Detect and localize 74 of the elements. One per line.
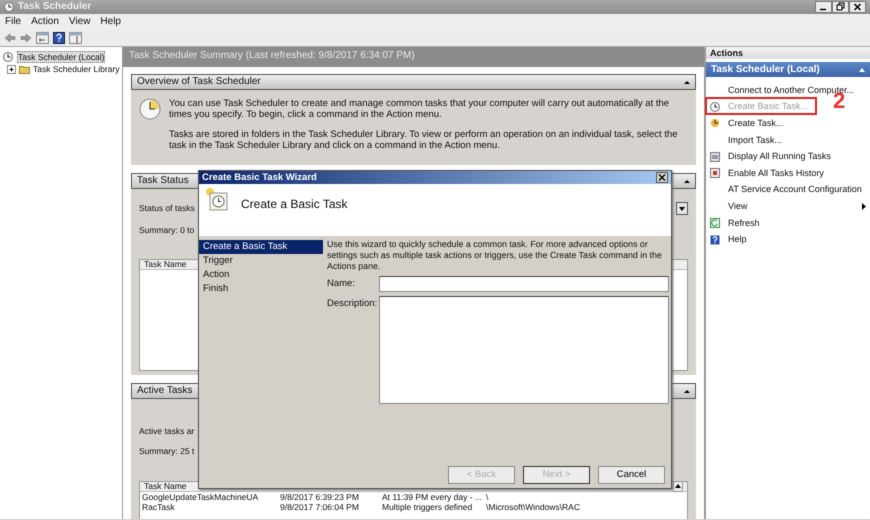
column-header[interactable]: Task Name: [144, 260, 187, 269]
task-icon: [710, 118, 720, 128]
table-cell-text: 9/8/2017 7:06:04 PM: [279, 502, 360, 512]
close-icon[interactable]: [656, 172, 668, 183]
wizard-step[interactable]: Finish: [199, 282, 323, 296]
collapse-icon[interactable]: [684, 390, 690, 392]
name-field[interactable]: [379, 276, 669, 292]
collapse-icon[interactable]: [684, 80, 690, 84]
table-cell-text: At 11:39 PM every day - ...: [381, 492, 483, 502]
summary-header: Task Scheduler Summary (Last refreshed: 9/8/2017 6:34:07 PM): [123, 47, 704, 67]
table-cell-text: GoogleUpdateTaskMachineUA: [141, 492, 260, 502]
help-icon[interactable]: [53, 32, 65, 44]
clock-icon: [139, 98, 161, 120]
paragraph: You can use Task Scheduler to create and manage common tasks that your computer will carry out automatically at the times you specify. To begin, click a command in the Action menu.: [169, 98, 670, 121]
clock-icon: [4, 2, 14, 12]
status-text: Status of tasks: [139, 202, 195, 214]
status-text: Summary: 0 to: [139, 224, 194, 236]
close-icon[interactable]: [849, 1, 866, 13]
section-title: Active Tasks: [137, 385, 192, 397]
instructions-text: Use this wizard to quickly schedule a common task. For more advanced options or settings such as multiple task actions or triggers, use the Create Task command in the Actions pane.: [326, 238, 663, 272]
actions-header: Actions: [706, 47, 870, 59]
action-item[interactable]: Refresh: [706, 214, 870, 230]
minimize-icon[interactable]: [815, 1, 832, 13]
field-label: Name:: [327, 276, 356, 291]
menu-item[interactable]: Help: [95, 16, 126, 28]
section-header[interactable]: Overview of Task Scheduler: [131, 74, 696, 90]
action-item[interactable]: View: [706, 197, 870, 214]
action-item[interactable]: Import Task...: [706, 130, 870, 148]
scroll-up-icon[interactable]: [673, 481, 683, 492]
section-title: Overview of Task Scheduler: [137, 76, 261, 88]
clock-icon: [3, 52, 14, 62]
clock-icon: [205, 187, 229, 211]
table-cell-text: \: [485, 492, 490, 502]
column-header[interactable]: Task Name: [144, 482, 187, 491]
tree-item[interactable]: Task Scheduler Library: [33, 64, 120, 74]
restore-icon[interactable]: [832, 1, 849, 13]
action-item[interactable]: Enable All Tasks History: [706, 164, 870, 181]
menu-item[interactable]: File: [0, 16, 26, 28]
description-field[interactable]: [379, 296, 669, 404]
menu-item[interactable]: Action: [26, 16, 64, 28]
history-icon: [710, 168, 720, 178]
field-label: Description:: [327, 296, 378, 311]
submenu-arrow-icon: [862, 202, 866, 210]
group-title: Task Scheduler (Local): [711, 64, 820, 76]
back-arrow-icon[interactable]: [4, 33, 16, 43]
action-item[interactable]: AT Service Account Configuration: [706, 180, 870, 198]
status-text: Active tasks ar: [139, 426, 194, 436]
wizard-step[interactable]: Trigger: [199, 254, 323, 268]
menu-item[interactable]: View: [64, 16, 96, 28]
table-cell-text: 9/8/2017 6:39:23 PM: [279, 492, 360, 502]
action-item[interactable]: Help: [706, 230, 870, 247]
dialog-heading: Create a Basic Task: [241, 197, 348, 212]
wizard-step[interactable]: Action: [199, 268, 323, 282]
collapse-icon[interactable]: [684, 180, 690, 182]
tree-item[interactable]: Task Scheduler (Local): [17, 50, 106, 64]
window-title: Task Scheduler: [18, 1, 92, 13]
refresh-icon: [710, 218, 720, 228]
actions-group-header[interactable]: Task Scheduler (Local): [706, 62, 870, 77]
wizard-step[interactable]: Create a Basic Task: [199, 240, 323, 254]
table-cell-text: Multiple triggers defined: [381, 502, 474, 512]
table-cell-text: RacTask: [141, 502, 176, 512]
dialog-title: Create Basic Task Wizard: [202, 172, 317, 184]
section-title: Task Status: [137, 175, 189, 187]
status-text: Summary: 25 t: [139, 446, 194, 456]
expand-icon[interactable]: [7, 64, 16, 74]
action-item[interactable]: Create Task...: [706, 114, 870, 131]
table-cell-text: \Microsoft\Windows\RAC: [485, 502, 581, 512]
window-icon: [710, 152, 720, 162]
forward-arrow-icon[interactable]: [20, 33, 32, 43]
help-icon: [710, 234, 720, 245]
action-item[interactable]: Display All Running Tasks: [706, 147, 870, 164]
dialog-button[interactable]: Cancel: [598, 466, 665, 484]
clock-icon: [710, 102, 720, 112]
paragraph: Tasks are stored in folders in the Task Scheduler Library. To view or perform an operation on an individual task, select the task in the Task Scheduler Library and click on a command in the Action menu.: [169, 128, 679, 152]
